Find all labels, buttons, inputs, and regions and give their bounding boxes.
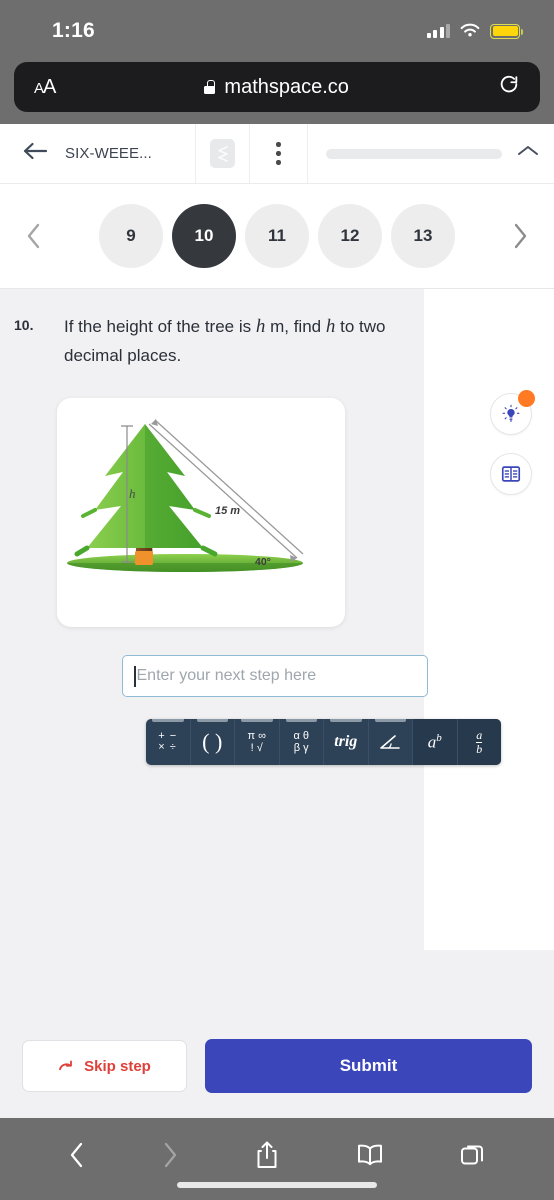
reload-icon[interactable] xyxy=(498,74,520,100)
status-time: 1:16 xyxy=(52,19,95,42)
height-label: h xyxy=(129,486,136,501)
pagination-next-button[interactable] xyxy=(500,221,540,251)
question-content: 10. If the height of the tree is h m, fi… xyxy=(0,289,554,1118)
battery-icon xyxy=(490,23,523,39)
hypotenuse-label: 15 m xyxy=(215,505,240,517)
symbols-button[interactable]: π ∞ ! √ xyxy=(235,719,280,766)
phone-screen: 1:16 AA mathspace.co SIX-WEEE... 9 10 11… xyxy=(0,0,554,1200)
greek-button[interactable]: α θ β γ xyxy=(280,719,324,766)
skip-step-button[interactable]: Skip step xyxy=(22,1040,187,1092)
greek-line-2: β γ xyxy=(293,742,309,755)
tree-stump xyxy=(135,551,153,566)
progress-bar xyxy=(326,148,502,159)
wifi-icon xyxy=(460,23,480,37)
more-vertical-icon[interactable] xyxy=(250,124,308,183)
fraction-numerator: a xyxy=(476,727,483,742)
browser-forward-button[interactable] xyxy=(160,1140,180,1170)
question-row: 10. If the height of the tree is h m, fi… xyxy=(0,311,554,370)
home-indicator xyxy=(177,1182,377,1188)
pagination-item-13[interactable]: 13 xyxy=(391,204,455,268)
question-pagination: 9 10 11 12 13 xyxy=(0,184,554,289)
chevron-up-icon[interactable] xyxy=(516,144,540,163)
app-header: SIX-WEEE... xyxy=(0,124,554,184)
symbols-line-1: π ∞ xyxy=(247,730,267,743)
greek-line-1: α θ xyxy=(293,730,310,743)
course-title: SIX-WEEE... xyxy=(65,145,152,162)
submit-button[interactable]: Submit xyxy=(205,1039,532,1093)
tabs-button[interactable] xyxy=(459,1141,487,1169)
ios-status-bar: 1:16 xyxy=(0,0,554,62)
question-variable-h-2: h xyxy=(325,316,336,337)
question-variable-h-1: h xyxy=(255,316,266,337)
pagination-item-12[interactable]: 12 xyxy=(318,204,382,268)
bookmarks-button[interactable] xyxy=(354,1142,386,1168)
skip-arrow-icon xyxy=(59,1060,73,1070)
book-list-icon xyxy=(501,466,521,482)
arrow-left-icon xyxy=(22,141,49,166)
safari-url-bar[interactable]: AA mathspace.co xyxy=(14,62,540,112)
safari-url-bar-container: AA mathspace.co xyxy=(0,62,554,124)
pagination-item-10[interactable]: 10 xyxy=(172,204,236,268)
question-text-part1: If the height of the tree is xyxy=(64,317,252,336)
progress-area xyxy=(308,124,554,183)
question-text: If the height of the tree is h m, find h… xyxy=(64,311,404,370)
operators-button[interactable]: + − × ÷ xyxy=(146,719,191,766)
pagination-item-9[interactable]: 9 xyxy=(99,204,163,268)
answer-input[interactable]: Enter your next step here xyxy=(122,655,428,698)
answer-input-placeholder: Enter your next step here xyxy=(136,667,317,685)
status-indicators xyxy=(426,23,523,39)
parentheses-button[interactable]: ( ) xyxy=(191,719,235,766)
hint-notification-badge xyxy=(518,390,535,407)
symbols-line-2: ! √ xyxy=(250,742,263,755)
action-bar: Skip step Submit xyxy=(0,1014,554,1118)
skip-step-label: Skip step xyxy=(84,1057,151,1075)
url-text: mathspace.co xyxy=(224,75,349,98)
lock-icon xyxy=(204,80,216,94)
fraction-denominator: b xyxy=(476,741,483,756)
submit-label: Submit xyxy=(339,1056,398,1075)
operators-line-2: × ÷ xyxy=(158,741,177,754)
worked-solution-button[interactable] xyxy=(490,453,532,495)
fraction-button[interactable]: a b xyxy=(457,719,501,766)
hint-button[interactable] xyxy=(490,390,535,435)
text-size-button[interactable]: AA xyxy=(34,76,56,99)
tree-angle-of-elevation-diagram: h 15 m 40° xyxy=(57,398,345,628)
pagination-items: 9 10 11 12 13 xyxy=(99,204,455,268)
exponent-button[interactable]: ab xyxy=(413,719,458,766)
math-keyboard-toolbar: + − × ÷ ( ) π ∞ ! √ α θ β γ trig ab a b xyxy=(146,719,501,766)
browser-back-button[interactable] xyxy=(67,1140,87,1170)
angle-label: 40° xyxy=(255,556,271,568)
question-number: 10. xyxy=(14,317,34,333)
question-body: 10. If the height of the tree is h m, fi… xyxy=(0,289,554,766)
angle-icon xyxy=(380,735,401,750)
question-text-part2: m, find xyxy=(270,317,322,336)
trig-button[interactable]: trig xyxy=(324,719,369,766)
pagination-item-11[interactable]: 11 xyxy=(245,204,309,268)
web-page-viewport: SIX-WEEE... 9 10 11 12 13 10. If the hei… xyxy=(0,124,554,1118)
angle-button[interactable] xyxy=(369,719,413,766)
cellular-signal-icon xyxy=(426,24,450,38)
url-display[interactable]: mathspace.co xyxy=(204,76,349,99)
back-to-course-button[interactable]: SIX-WEEE... xyxy=(0,124,196,183)
mathspace-logo-icon[interactable] xyxy=(196,124,250,183)
side-tools xyxy=(490,390,535,513)
share-button[interactable] xyxy=(254,1139,280,1171)
lightbulb-icon xyxy=(502,404,520,422)
pagination-prev-button[interactable] xyxy=(14,221,54,251)
text-caret xyxy=(134,665,136,687)
